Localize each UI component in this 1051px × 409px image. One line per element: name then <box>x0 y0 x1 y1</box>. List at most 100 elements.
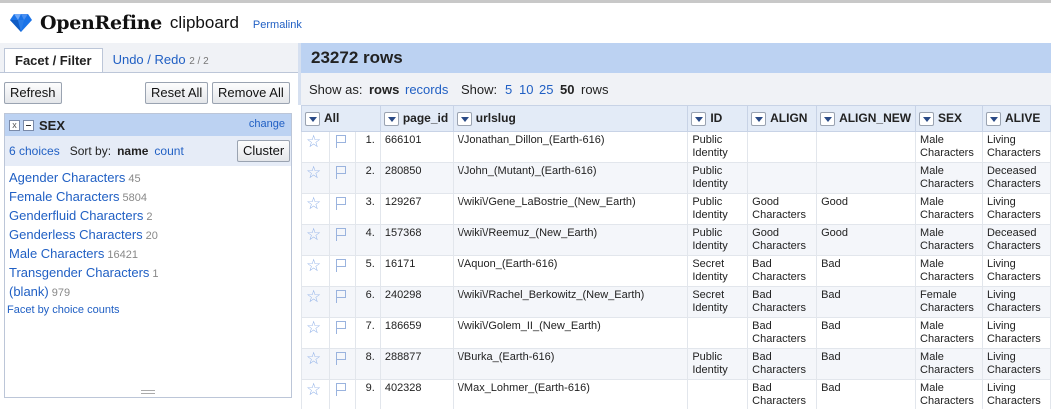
urlslug-cell[interactable]: \/wiki\/Gene_LaBostrie_(New_Earth) <box>452 193 689 225</box>
flag-cell[interactable] <box>328 162 356 194</box>
alive-cell[interactable]: Deceased Characters <box>981 162 1051 194</box>
align-cell[interactable]: Bad Characters <box>747 317 818 349</box>
urlslug-cell[interactable]: \/John_(Mutant)_(Earth-616) <box>452 162 689 194</box>
facet-choice[interactable]: (blank) 979 <box>9 282 289 301</box>
flag-icon[interactable] <box>334 165 347 179</box>
align-cell[interactable]: Good Characters <box>747 193 818 225</box>
align-new-cell[interactable]: Good <box>816 224 917 256</box>
facet-choice[interactable]: Female Characters 5804 <box>9 187 289 206</box>
flag-icon[interactable] <box>334 382 347 396</box>
row-index-cell[interactable]: 1. <box>354 131 381 163</box>
align-cell[interactable]: Bad Characters <box>747 348 818 380</box>
column-header-urlslug[interactable]: urlslug <box>452 105 689 132</box>
flag-icon[interactable] <box>334 289 347 303</box>
flag-icon[interactable] <box>334 227 347 241</box>
sex-cell[interactable]: Male Characters <box>915 255 983 287</box>
chevron-down-icon[interactable] <box>305 111 320 126</box>
facet-change-link[interactable]: change <box>249 118 285 130</box>
id-cell[interactable] <box>687 317 749 349</box>
align-new-cell[interactable] <box>816 162 917 194</box>
align-new-cell[interactable] <box>816 131 917 163</box>
choice-label[interactable]: Female Characters <box>9 189 120 204</box>
alive-cell[interactable]: Deceased Characters <box>981 224 1051 256</box>
flag-icon[interactable] <box>334 258 347 272</box>
align-new-cell[interactable]: Bad <box>816 286 917 318</box>
permalink-link[interactable]: Permalink <box>253 19 302 31</box>
flag-icon[interactable] <box>334 351 347 365</box>
facet-choice[interactable]: Genderless Characters 20 <box>9 225 289 244</box>
id-cell[interactable]: Secret Identity <box>687 286 749 318</box>
table-row[interactable]: ☆ 5. 16171 \/Aquon_(Earth-616) Secret Identit… <box>301 255 1051 287</box>
column-header-align[interactable]: ALIGN <box>747 105 818 132</box>
column-header-all[interactable]: All <box>301 105 381 132</box>
align-cell[interactable]: Bad Characters <box>747 286 818 318</box>
align-new-cell[interactable]: Bad <box>816 255 917 287</box>
page-id-cell[interactable]: 16171 <box>379 255 454 287</box>
reset-all-button[interactable]: Reset All <box>145 82 209 104</box>
id-cell[interactable]: Public Identity <box>687 224 749 256</box>
sex-cell[interactable]: Male Characters <box>915 317 983 349</box>
alive-cell[interactable]: Living Characters <box>981 255 1051 287</box>
sex-cell[interactable]: Male Characters <box>915 131 983 163</box>
align-new-cell[interactable]: Bad <box>816 317 917 349</box>
choices-count-link[interactable]: 6 choices <box>9 144 60 158</box>
sex-cell[interactable]: Male Characters <box>915 224 983 256</box>
page-size-50[interactable]: 50 <box>560 82 574 97</box>
page-id-cell[interactable]: 240298 <box>379 286 454 318</box>
table-row[interactable]: ☆ 6. 240298 \/wiki\/Rachel_Berkowitz_(New_E… <box>301 286 1051 318</box>
page-size-10[interactable]: 10 <box>519 82 533 97</box>
table-row[interactable]: ☆ 8. 288877 \/Burka_(Earth-616) Public Identi… <box>301 348 1051 380</box>
align-new-cell[interactable]: Bad <box>816 379 917 409</box>
table-row[interactable]: ☆ 2. 280850 \/John_(Mutant)_(Earth-616) Publ… <box>301 162 1051 194</box>
star-icon[interactable]: ☆ <box>306 318 321 337</box>
project-name[interactable]: clipboard <box>170 13 239 33</box>
row-index-cell[interactable]: 8. <box>354 348 381 380</box>
row-index-cell[interactable]: 7. <box>354 317 381 349</box>
alive-cell[interactable]: Living Characters <box>981 286 1051 318</box>
chevron-down-icon[interactable] <box>820 111 836 126</box>
minimize-facet-icon[interactable] <box>23 119 34 131</box>
star-cell[interactable]: ☆ <box>301 286 330 318</box>
flag-cell[interactable] <box>328 131 356 163</box>
id-cell[interactable]: Public Identity <box>687 193 749 225</box>
star-icon[interactable]: ☆ <box>306 163 321 182</box>
column-header-align-new[interactable]: ALIGN_NEW <box>816 105 917 132</box>
sort-by-count-link[interactable]: count <box>154 144 183 158</box>
facet-choice[interactable]: Agender Characters 45 <box>9 168 289 187</box>
row-index-cell[interactable]: 2. <box>354 162 381 194</box>
row-index-cell[interactable]: 9. <box>354 379 381 409</box>
align-cell[interactable] <box>747 162 818 194</box>
urlslug-cell[interactable]: \/wiki\/Reemuz_(New_Earth) <box>452 224 689 256</box>
row-index-cell[interactable]: 6. <box>354 286 381 318</box>
page-id-cell[interactable]: 402328 <box>379 379 454 409</box>
star-icon[interactable]: ☆ <box>306 349 321 368</box>
choice-label[interactable]: Genderless Characters <box>9 227 143 242</box>
table-row[interactable]: ☆ 7. 186659 \/wiki\/Golem_II_(New_Earth) Bad… <box>301 317 1051 349</box>
page-id-cell[interactable]: 186659 <box>379 317 454 349</box>
facet-choice[interactable]: Male Characters 16421 <box>9 244 289 263</box>
id-cell[interactable]: Secret Identity <box>687 255 749 287</box>
align-cell[interactable]: Bad Characters <box>747 379 818 409</box>
table-row[interactable]: ☆ 9. 402328 \/Max_Lohmer_(Earth-616) Bad Char… <box>301 379 1051 409</box>
id-cell[interactable]: Public Identity <box>687 348 749 380</box>
choice-label[interactable]: Male Characters <box>9 246 104 261</box>
facet-choice[interactable]: Genderfluid Characters 2 <box>9 206 289 225</box>
table-row[interactable]: ☆ 3. 129267 \/wiki\/Gene_LaBostrie_(New_Ear… <box>301 193 1051 225</box>
cluster-button[interactable]: Cluster <box>237 140 291 162</box>
id-cell[interactable] <box>687 379 749 409</box>
column-header-sex[interactable]: SEX <box>915 105 983 132</box>
align-new-cell[interactable]: Good <box>816 193 917 225</box>
page-size-25[interactable]: 25 <box>539 82 553 97</box>
urlslug-cell[interactable]: \/wiki\/Golem_II_(New_Earth) <box>452 317 689 349</box>
alive-cell[interactable]: Living Characters <box>981 379 1051 409</box>
flag-cell[interactable] <box>328 286 356 318</box>
choice-label[interactable]: (blank) <box>9 284 49 299</box>
id-cell[interactable]: Public Identity <box>687 162 749 194</box>
facet-by-choice-counts-link[interactable]: Facet by choice counts <box>7 304 120 316</box>
flag-cell[interactable] <box>328 193 356 225</box>
star-icon[interactable]: ☆ <box>306 194 321 213</box>
table-row[interactable]: ☆ 1. 666101 \/Jonathan_Dillon_(Earth-616) Pu… <box>301 131 1051 163</box>
row-index-cell[interactable]: 4. <box>354 224 381 256</box>
show-as-rows[interactable]: rows <box>369 82 399 97</box>
chevron-down-icon[interactable] <box>691 111 707 126</box>
